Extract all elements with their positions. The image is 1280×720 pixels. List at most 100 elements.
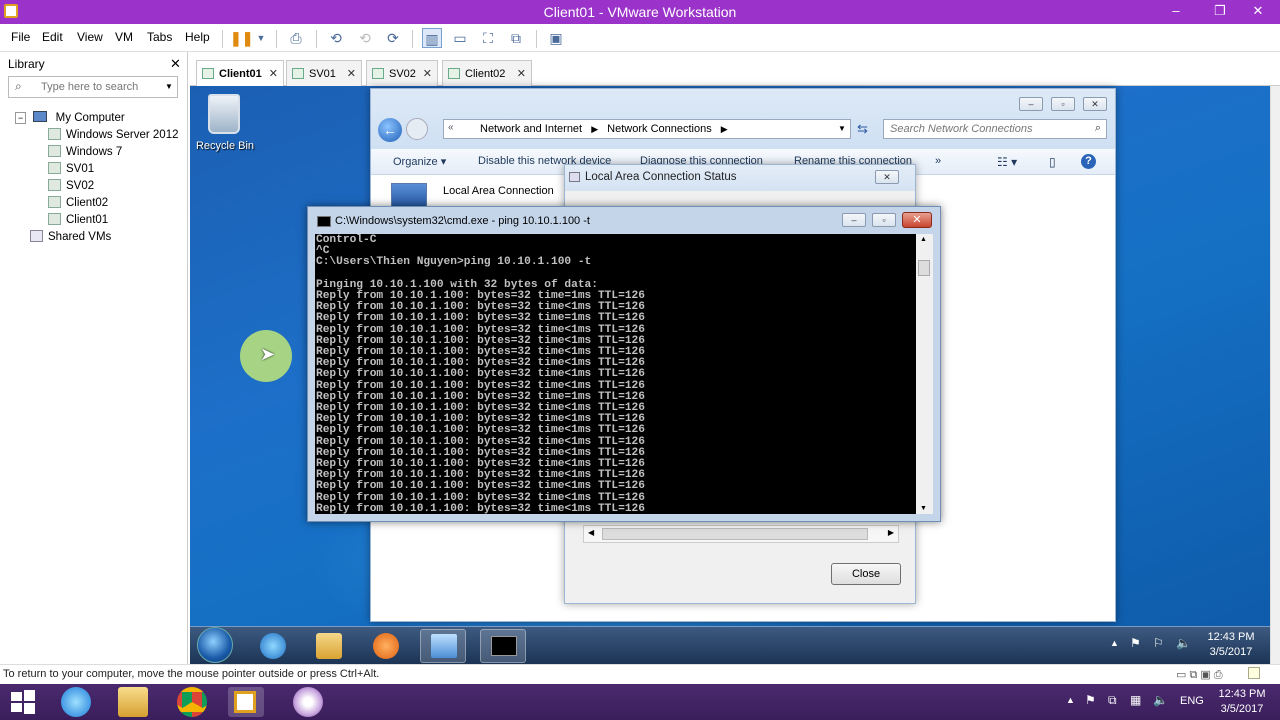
tree-shared-vms[interactable]: Shared VMs bbox=[30, 230, 111, 243]
tree-vm-sv02[interactable]: SV02 bbox=[48, 179, 94, 192]
tab-client01[interactable]: Client01 ✕ bbox=[196, 60, 284, 87]
restore-icon[interactable]: ❐ bbox=[1208, 2, 1232, 20]
edge-icon[interactable] bbox=[61, 687, 91, 717]
flag-icon[interactable]: ⚑ bbox=[1085, 693, 1096, 707]
tray-app-icon[interactable]: ⧉ bbox=[1108, 693, 1117, 708]
close-icon[interactable]: ✕ bbox=[875, 170, 899, 184]
preview-pane-icon[interactable]: ▯ bbox=[1049, 155, 1056, 169]
chevron-down-icon[interactable]: ▼ bbox=[251, 28, 271, 48]
show-hidden-icons[interactable]: ▲ bbox=[1066, 695, 1075, 705]
revert-snapshot-icon[interactable]: ⟲ bbox=[355, 28, 375, 48]
menu-vm[interactable]: VM bbox=[115, 30, 133, 44]
close-button[interactable]: Close bbox=[831, 563, 901, 585]
tab-sv01[interactable]: SV01 ✕ bbox=[286, 60, 362, 86]
network-tray-icon[interactable]: ⚑ bbox=[1130, 636, 1141, 650]
taskbar-vmware[interactable] bbox=[228, 687, 264, 717]
tree-vm-windows-server-2012[interactable]: Windows Server 2012 bbox=[48, 128, 179, 141]
cmd-title: C:\Windows\system32\cmd.exe - ping 10.10… bbox=[335, 215, 590, 227]
close-icon[interactable]: ✕ bbox=[902, 212, 932, 228]
action-center-icon[interactable]: ⚐ bbox=[1153, 636, 1164, 650]
guest-clock[interactable]: 12:43 PM 3/5/2017 bbox=[1200, 630, 1262, 660]
volume-icon[interactable]: 🔈 bbox=[1176, 636, 1191, 650]
maximize-icon[interactable]: ▫ bbox=[872, 213, 896, 227]
chrome-icon[interactable] bbox=[177, 687, 207, 717]
help-icon[interactable]: ? bbox=[1081, 154, 1096, 169]
minimize-icon[interactable]: – bbox=[1019, 97, 1043, 111]
breadcrumb-network-connections[interactable]: Network Connections bbox=[607, 123, 712, 135]
close-icon[interactable]: ✕ bbox=[517, 67, 526, 80]
recycle-bin-icon[interactable] bbox=[208, 94, 240, 134]
unity-icon[interactable]: ⧉ bbox=[506, 28, 526, 48]
full-screen-icon[interactable]: ⛶ bbox=[478, 28, 498, 48]
volume-icon[interactable]: 🔈 bbox=[1153, 693, 1168, 707]
more-commands[interactable]: » bbox=[935, 155, 941, 167]
breadcrumb-network-and-internet[interactable]: Network and Internet bbox=[480, 123, 582, 135]
thumbnail-bar-icon[interactable]: ▭ bbox=[450, 28, 470, 48]
scroll-left-icon[interactable]: ◀ bbox=[588, 528, 594, 537]
connection-name[interactable]: Local Area Connection bbox=[443, 185, 554, 197]
minimize-icon[interactable]: – bbox=[1164, 2, 1188, 20]
library-search-input[interactable]: ⌕ Type here to search ▼ bbox=[8, 76, 178, 98]
send-ctrl-alt-del-icon[interactable]: ⎙ bbox=[286, 28, 306, 48]
menu-view[interactable]: View bbox=[77, 30, 103, 44]
chevron-down-icon[interactable]: ▼ bbox=[165, 82, 173, 91]
tab-sv02[interactable]: SV02 ✕ bbox=[366, 60, 438, 86]
file-explorer-icon[interactable] bbox=[118, 687, 148, 717]
device-icons[interactable]: ▭ ⧉ ▣ ⎙ bbox=[1176, 668, 1223, 682]
menu-file[interactable]: File bbox=[11, 30, 30, 44]
taskbar-cmd[interactable] bbox=[480, 629, 526, 663]
view-options-icon[interactable]: ☷ ▾ bbox=[997, 155, 1017, 169]
snapshot-icon[interactable]: ⟲ bbox=[326, 28, 346, 48]
refresh-icon[interactable]: ⇆ bbox=[857, 121, 868, 137]
horizontal-scrollbar[interactable]: ◀ ▶ bbox=[583, 525, 899, 543]
tree-vm-client02[interactable]: Client02 bbox=[48, 196, 108, 209]
input-language[interactable]: ENG bbox=[1180, 695, 1204, 707]
console-output[interactable]: Control-C ^C C:\Users\Thien Nguyen>ping … bbox=[315, 234, 916, 514]
console-scrollbar[interactable]: ▲ ▼ bbox=[916, 234, 933, 514]
back-arrow-icon[interactable]: ← bbox=[378, 118, 402, 142]
internet-explorer-icon[interactable] bbox=[260, 633, 286, 659]
close-icon[interactable]: ✕ bbox=[423, 67, 432, 80]
console-view-icon[interactable]: ▣ bbox=[546, 28, 566, 48]
host-clock[interactable]: 12:43 PM 3/5/2017 bbox=[1212, 687, 1272, 717]
minimize-icon[interactable]: – bbox=[842, 213, 866, 227]
tree-vm-sv01[interactable]: SV01 bbox=[48, 162, 94, 175]
start-orb-icon[interactable] bbox=[197, 627, 233, 663]
library-close-icon[interactable]: ✕ bbox=[170, 56, 181, 72]
collapse-icon[interactable]: − bbox=[15, 112, 27, 124]
recorder-icon[interactable] bbox=[293, 687, 323, 717]
forward-arrow-icon[interactable] bbox=[406, 118, 428, 140]
maximize-icon[interactable]: ▫ bbox=[1051, 97, 1075, 111]
organize-menu[interactable]: Organize ▾ bbox=[393, 155, 446, 168]
windows-start-icon[interactable] bbox=[10, 689, 36, 715]
tree-root-my-computer[interactable]: − My Computer bbox=[15, 111, 125, 124]
vertical-scrollbar[interactable] bbox=[1270, 86, 1280, 664]
chevron-down-icon[interactable]: ▼ bbox=[838, 124, 846, 133]
tree-vm-client01[interactable]: Client01 bbox=[48, 213, 108, 226]
scroll-thumb[interactable] bbox=[918, 260, 930, 276]
menu-tabs[interactable]: Tabs bbox=[147, 30, 172, 44]
close-icon[interactable]: ✕ bbox=[347, 67, 356, 80]
menu-edit[interactable]: Edit bbox=[42, 30, 63, 44]
snapshot-manager-icon[interactable]: ⟳ bbox=[383, 28, 403, 48]
scroll-thumb[interactable] bbox=[602, 528, 868, 540]
tab-client02[interactable]: Client02 ✕ bbox=[442, 60, 532, 86]
show-hidden-icons[interactable]: ▲ bbox=[1110, 638, 1119, 648]
tree-vm-windows-7[interactable]: Windows 7 bbox=[48, 145, 122, 158]
scroll-down-icon[interactable]: ▼ bbox=[920, 505, 927, 512]
network-tray-icon[interactable]: ▦ bbox=[1130, 693, 1141, 707]
media-player-icon[interactable] bbox=[373, 633, 399, 659]
close-icon[interactable]: ✕ bbox=[269, 67, 278, 80]
close-icon[interactable]: ✕ bbox=[1083, 97, 1107, 111]
pause-icon[interactable]: ❚❚ bbox=[230, 28, 253, 48]
show-library-icon[interactable]: ▥ bbox=[422, 28, 442, 48]
explorer-search-input[interactable]: Search Network Connections ⌕ bbox=[883, 119, 1107, 139]
scroll-right-icon[interactable]: ▶ bbox=[888, 528, 894, 537]
menu-help[interactable]: Help bbox=[185, 30, 210, 44]
folder-icon[interactable] bbox=[316, 633, 342, 659]
close-icon[interactable]: ✕ bbox=[1246, 2, 1270, 20]
scroll-up-icon[interactable]: ▲ bbox=[920, 236, 927, 243]
message-log-icon[interactable] bbox=[1248, 667, 1260, 679]
address-bar[interactable]: « Network and Internet ▶ Network Connect… bbox=[443, 119, 851, 139]
taskbar-network-connections[interactable] bbox=[420, 629, 466, 663]
